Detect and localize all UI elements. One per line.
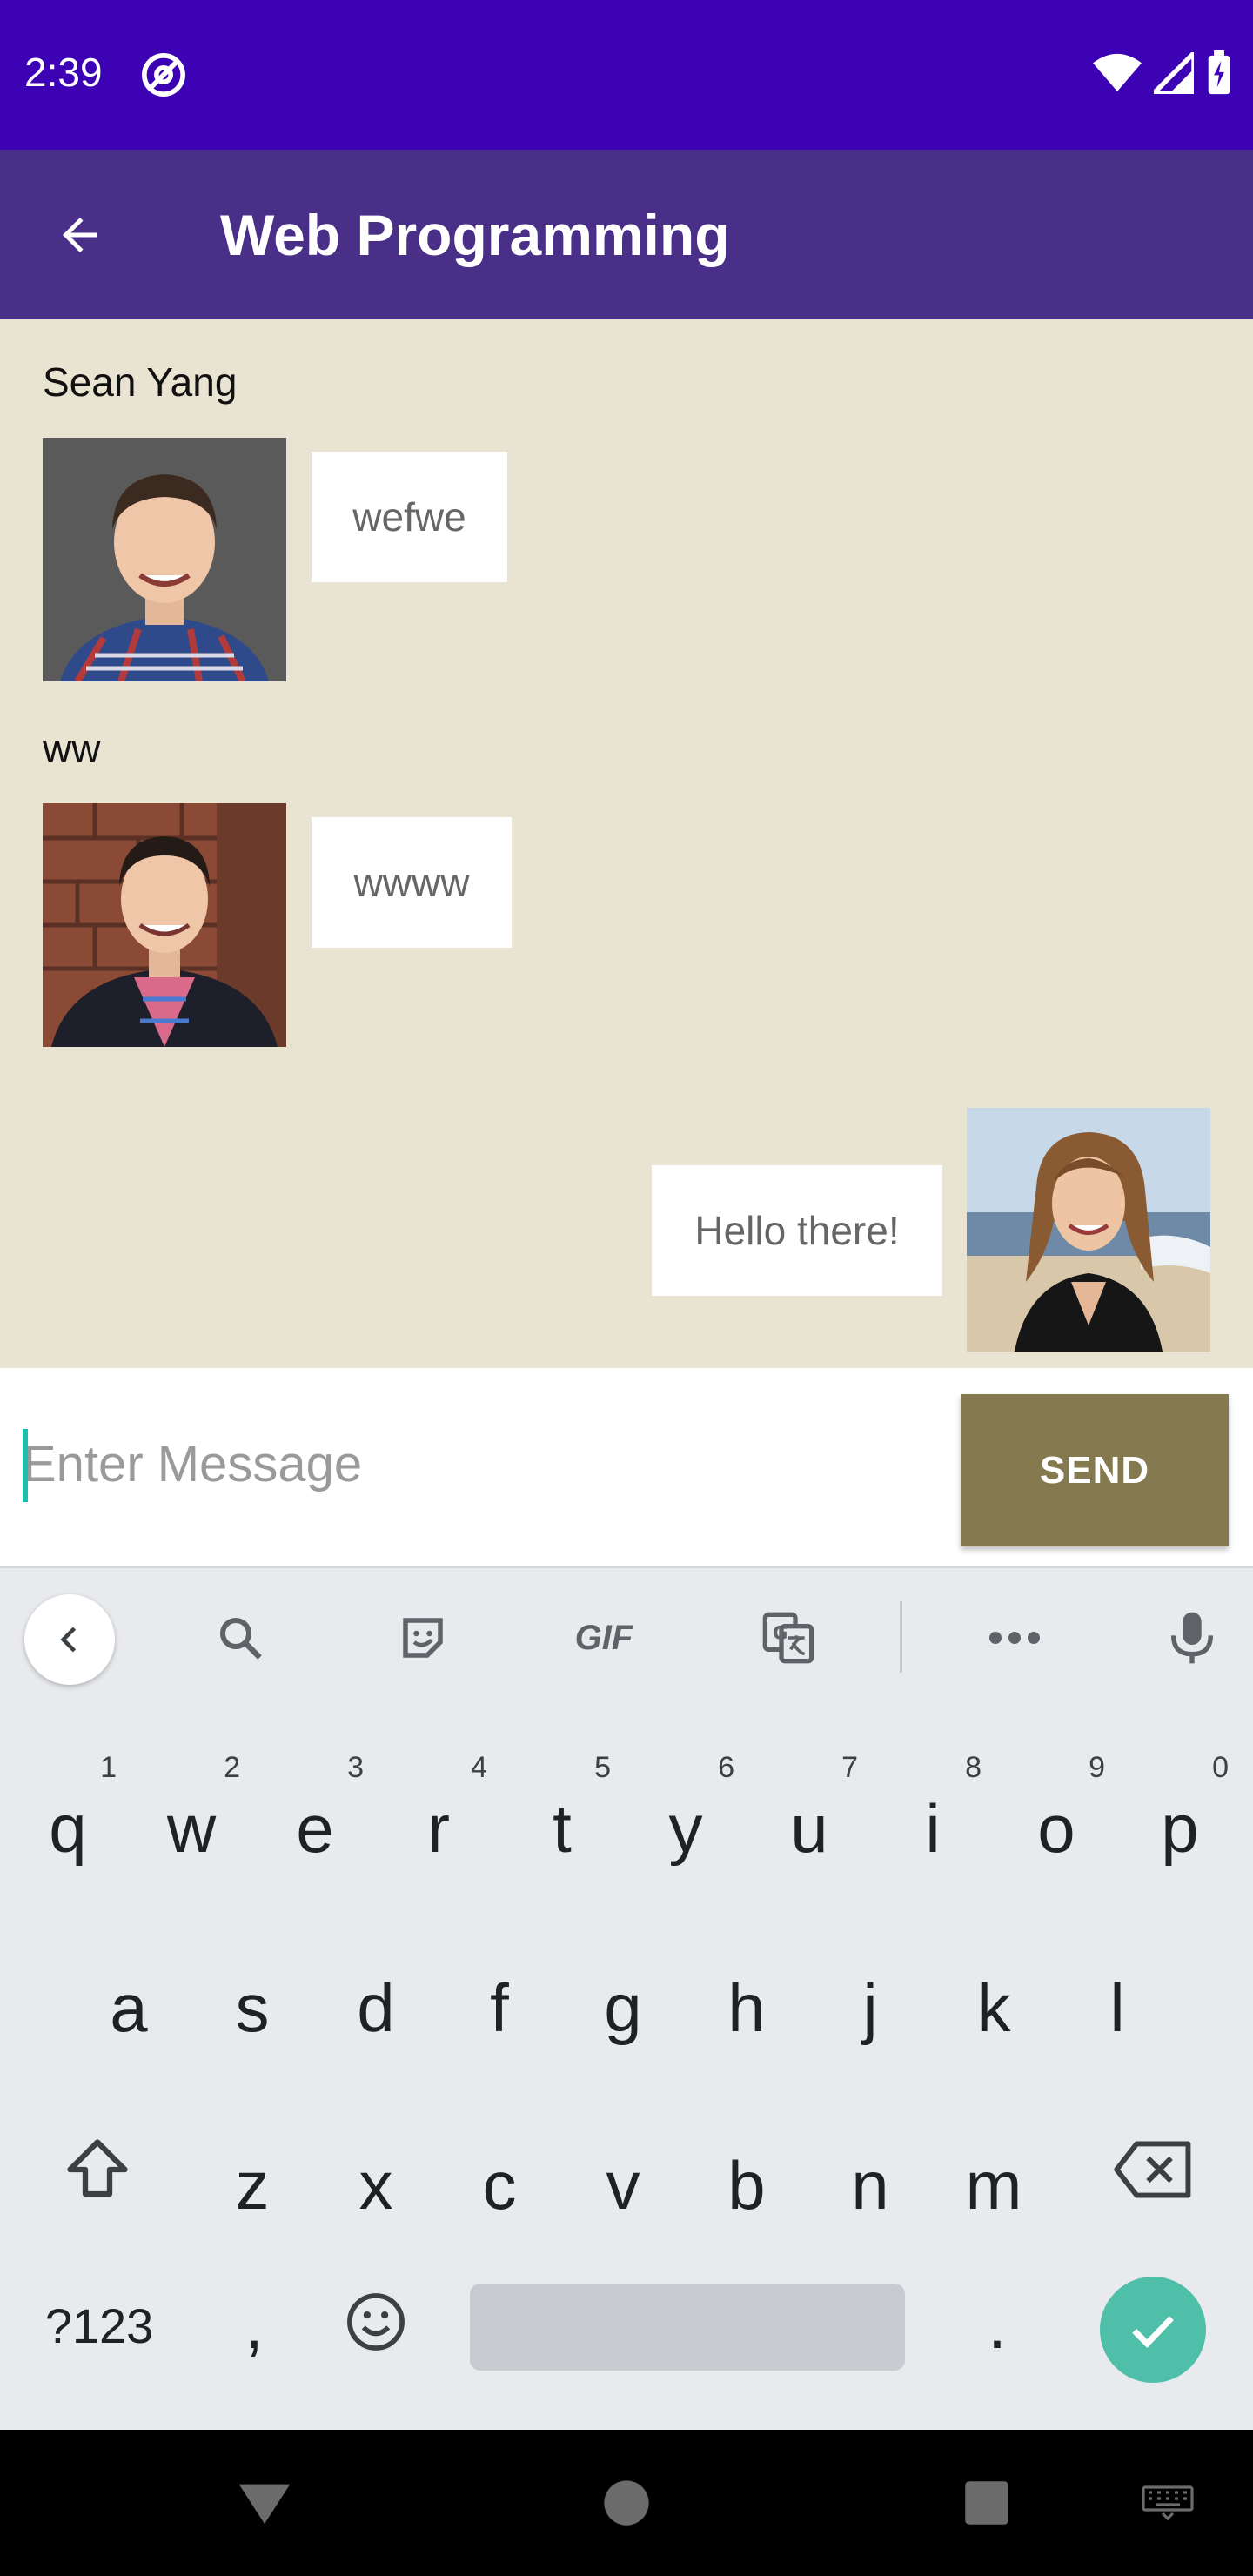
key-d[interactable]: d bbox=[324, 1969, 428, 2048]
key-hint: 2 bbox=[224, 1751, 240, 1784]
message-text: wefwe bbox=[352, 494, 466, 540]
key-hint: 4 bbox=[471, 1751, 487, 1784]
comma-key[interactable]: , bbox=[202, 2285, 306, 2365]
shift-key-icon[interactable] bbox=[45, 2113, 150, 2226]
key-x[interactable]: x bbox=[324, 2146, 428, 2225]
avatar bbox=[967, 1108, 1210, 1352]
backspace-icon[interactable] bbox=[1102, 2113, 1206, 2226]
key-b[interactable]: b bbox=[694, 2146, 799, 2225]
wifi-icon bbox=[1093, 52, 1142, 98]
key-e[interactable]: e3 bbox=[263, 1751, 367, 1868]
key-q[interactable]: q1 bbox=[16, 1751, 120, 1868]
keyboard-switch-icon[interactable] bbox=[1133, 2468, 1203, 2538]
back-arrow-icon[interactable] bbox=[45, 200, 115, 270]
key-t[interactable]: t5 bbox=[510, 1751, 614, 1868]
signal-icon bbox=[1148, 46, 1196, 98]
message-bubble: wefwe bbox=[312, 452, 507, 582]
key-j[interactable]: j bbox=[818, 1969, 922, 2048]
gif-button[interactable]: GIF bbox=[562, 1603, 646, 1673]
key-hint: 0 bbox=[1212, 1751, 1229, 1784]
checkmark-icon[interactable] bbox=[1100, 2277, 1206, 2383]
period-key[interactable]: . bbox=[945, 2285, 1049, 2365]
message-composer: Enter Message SEND bbox=[0, 1368, 1253, 1566]
message-text: wwww bbox=[353, 860, 470, 905]
message-bubble: wwww bbox=[312, 817, 512, 948]
message-text: Hello there! bbox=[694, 1208, 900, 1253]
onscreen-keyboard: q1 w2 e3 r4 t5 y6 u7 i8 o9 p0 a s d f g … bbox=[0, 1704, 1253, 2430]
emoji-icon[interactable] bbox=[332, 2278, 419, 2365]
keyboard-toolbar: GIF G bbox=[0, 1566, 1253, 1704]
spacebar[interactable] bbox=[470, 2284, 905, 2371]
message-input[interactable]: Enter Message bbox=[23, 1420, 936, 1507]
key-l[interactable]: l bbox=[1065, 1969, 1169, 2048]
key-hint: 1 bbox=[100, 1751, 117, 1784]
page-title: Web Programming bbox=[220, 203, 730, 267]
app-bar: Web Programming bbox=[0, 150, 1253, 319]
key-y[interactable]: y6 bbox=[633, 1751, 738, 1868]
svg-text:G: G bbox=[773, 1622, 788, 1644]
sender-name: ww bbox=[43, 726, 101, 771]
key-p[interactable]: p0 bbox=[1128, 1751, 1232, 1868]
key-u[interactable]: u7 bbox=[757, 1751, 861, 1868]
key-n[interactable]: n bbox=[818, 2146, 922, 2225]
more-options-icon[interactable] bbox=[980, 1603, 1049, 1673]
key-s[interactable]: s bbox=[200, 1969, 305, 2048]
search-icon[interactable] bbox=[205, 1603, 275, 1673]
sticker-icon[interactable] bbox=[388, 1603, 458, 1673]
navigation-bar bbox=[0, 2430, 1253, 2576]
key-m[interactable]: m bbox=[941, 2146, 1046, 2225]
avatar bbox=[43, 438, 286, 681]
key-f[interactable]: f bbox=[447, 1969, 552, 2048]
key-i[interactable]: i8 bbox=[881, 1751, 985, 1868]
status-bar: 2:39 bbox=[0, 0, 1253, 150]
key-h[interactable]: h bbox=[694, 1969, 799, 2048]
sender-name: Sean Yang bbox=[43, 359, 238, 405]
microphone-icon[interactable] bbox=[1157, 1603, 1227, 1673]
symbols-key[interactable]: ?123 bbox=[30, 2298, 169, 2354]
translate-icon[interactable]: G bbox=[754, 1603, 823, 1673]
home-circle-icon[interactable] bbox=[592, 2468, 661, 2538]
key-a[interactable]: a bbox=[77, 1969, 181, 2048]
key-hint: 9 bbox=[1089, 1751, 1105, 1784]
key-k[interactable]: k bbox=[941, 1969, 1046, 2048]
key-hint: 6 bbox=[718, 1751, 734, 1784]
chevron-left-icon[interactable] bbox=[24, 1594, 115, 1685]
back-triangle-icon[interactable] bbox=[230, 2468, 299, 2538]
key-hint: 7 bbox=[841, 1751, 858, 1784]
avatar bbox=[43, 803, 286, 1047]
key-o[interactable]: o9 bbox=[1004, 1751, 1109, 1868]
status-time: 2:39 bbox=[24, 50, 103, 95]
at-sign-icon bbox=[139, 50, 188, 99]
key-hint: 8 bbox=[965, 1751, 982, 1784]
key-w[interactable]: w2 bbox=[139, 1751, 244, 1868]
key-hint: 5 bbox=[594, 1751, 611, 1784]
key-z[interactable]: z bbox=[200, 2146, 305, 2225]
key-r[interactable]: r4 bbox=[386, 1751, 491, 1868]
message-bubble: Hello there! bbox=[652, 1165, 942, 1296]
recents-square-icon[interactable] bbox=[952, 2468, 1022, 2538]
key-c[interactable]: c bbox=[447, 2146, 552, 2225]
key-v[interactable]: v bbox=[571, 2146, 675, 2225]
key-g[interactable]: g bbox=[571, 1969, 675, 2048]
toolbar-divider bbox=[900, 1601, 902, 1673]
battery-icon bbox=[1206, 50, 1232, 100]
key-hint: 3 bbox=[347, 1751, 364, 1784]
send-button[interactable]: SEND bbox=[961, 1394, 1229, 1546]
chat-area[interactable]: Sean Yang wefwe ww wwww Hello there! bbox=[0, 319, 1253, 1368]
text-caret bbox=[23, 1429, 28, 1502]
